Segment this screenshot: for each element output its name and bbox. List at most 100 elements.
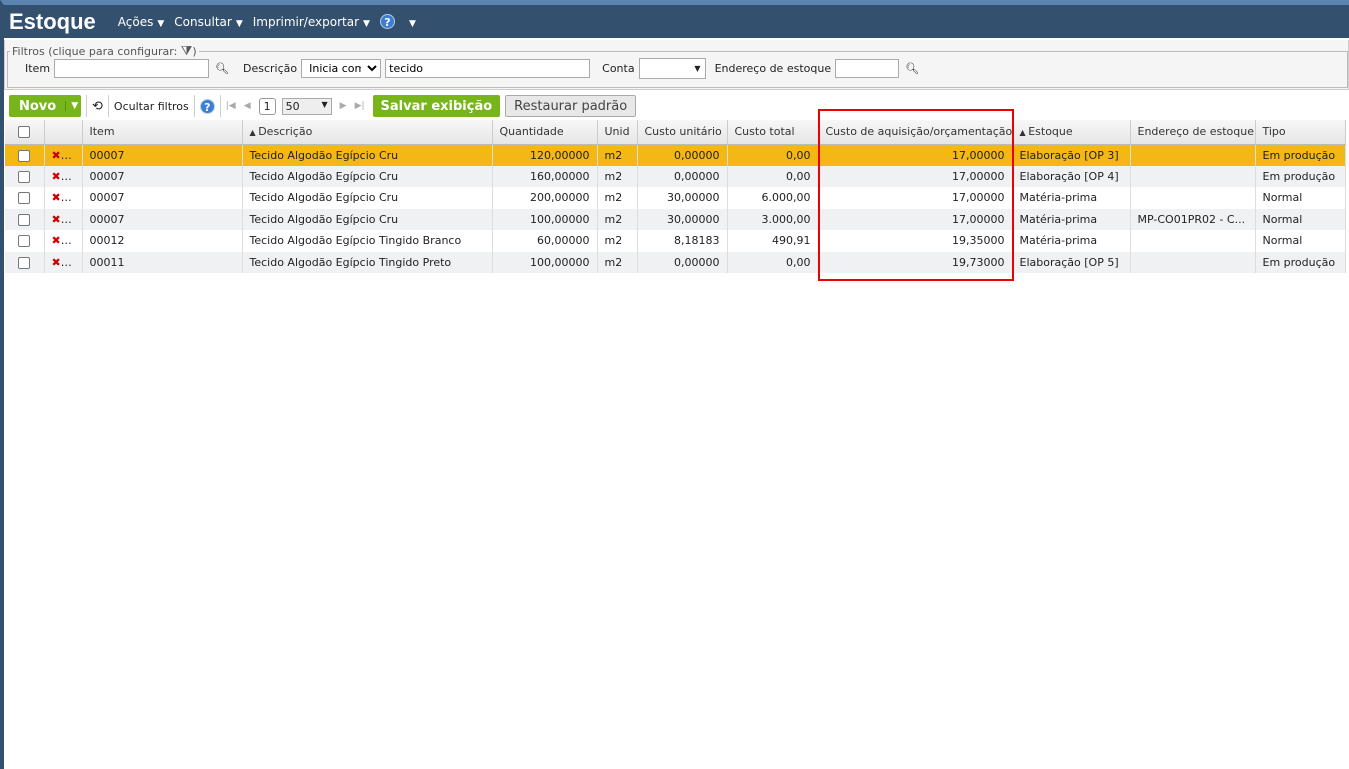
row-checkbox[interactable] (5, 208, 45, 230)
delete-icon[interactable]: ✖ (52, 149, 72, 162)
endereco-input[interactable] (835, 59, 900, 78)
next-page-icon[interactable]: ▶ (340, 101, 347, 111)
conta-dropdown[interactable]: ▼ (638, 58, 706, 79)
item-input[interactable] (54, 59, 210, 78)
novo-button[interactable]: Novo ▼ (9, 95, 81, 117)
descricao-mode-select[interactable]: Inicia com (301, 59, 382, 78)
row-checkbox[interactable] (5, 144, 45, 166)
col-descricao[interactable]: ▲ Descrição (242, 120, 493, 145)
refresh-icon[interactable]: ⟲ (92, 99, 103, 114)
item-search-icon[interactable]: 🔍︎ (215, 62, 229, 75)
table-row[interactable]: ✖ ✏ 00007 Tecido Algodão Egípcio Cru 160,000… (5, 165, 1346, 187)
col-tipo[interactable]: Tipo (1255, 120, 1346, 145)
row-checkbox[interactable] (5, 230, 45, 252)
endereco-search-icon[interactable]: 🔍︎ (905, 62, 919, 75)
col-unid[interactable]: Unid (597, 120, 638, 145)
menu-label: Ações (117, 14, 154, 29)
help-icon[interactable]: ? (199, 98, 215, 114)
delete-icon[interactable]: ✖ (52, 256, 72, 269)
table-row[interactable]: ✖ ✏ 00007 Tecido Algodão Egípcio Cru 200,000… (5, 187, 1346, 209)
filters-legend-close: ) (192, 45, 197, 58)
first-page-icon[interactable]: |◀ (226, 101, 236, 111)
novo-dropdown-icon[interactable]: ▼ (65, 101, 78, 111)
cell-endereco (1130, 144, 1256, 166)
cell-item: 00007 (82, 187, 243, 209)
caret-down-icon: ▼ (363, 18, 370, 29)
col-estoque-label: Estoque (1028, 125, 1073, 139)
cell-quantidade: 60,00000 (492, 230, 598, 252)
cell-custo-total: 0,00 (727, 165, 819, 187)
salvar-exibicao-button[interactable]: Salvar exibição (372, 95, 501, 117)
delete-icon[interactable]: ✖ (52, 170, 72, 183)
cell-custo-aquisicao: 19,73000 (818, 251, 1013, 273)
cell-custo-aquisicao: 17,00000 (818, 144, 1013, 166)
cell-estoque: Matéria-prima (1012, 208, 1131, 230)
ocultar-filtros-button[interactable]: Ocultar filtros (114, 100, 189, 113)
menu-imprimir-exportar[interactable]: Imprimir/exportar ▼ (253, 15, 370, 29)
help-menu-caret-icon[interactable]: ▼ (405, 15, 416, 29)
row-actions: ✖ ✏ (44, 251, 83, 273)
row-actions: ✖ ✏ (44, 144, 83, 166)
cell-endereco (1130, 187, 1256, 209)
top-bar: Estoque Ações ▼ Consultar ▼ Imprimir/expor… (4, 5, 1349, 38)
divider (219, 95, 221, 117)
filter-funnel-icon[interactable]: ⧩ (181, 44, 193, 59)
row-actions: ✖ ✏ (44, 208, 83, 230)
cell-custo-unitario: 8,18183 (637, 230, 728, 252)
cell-estoque: Elaboração [OP 4] (1012, 165, 1131, 187)
descricao-input[interactable] (385, 59, 591, 78)
row-checkbox[interactable] (5, 165, 45, 187)
cell-tipo: Em produção (1255, 251, 1346, 273)
delete-icon[interactable]: ✖ (52, 213, 72, 226)
novo-label: Novo (19, 98, 57, 114)
restaurar-padrao-button[interactable]: Restaurar padrão (505, 95, 637, 117)
cell-quantidade: 160,00000 (492, 165, 598, 187)
cell-custo-total: 3.000,00 (727, 208, 819, 230)
col-custo-total[interactable]: Custo total (727, 120, 819, 145)
cell-endereco (1130, 165, 1256, 187)
cell-quantidade: 200,00000 (492, 187, 598, 209)
filters-legend[interactable]: Filtros (clique para configurar: ⧩) (10, 44, 199, 59)
page-size-select[interactable]: 50 ▼ (281, 97, 332, 115)
cell-item: 00007 (82, 165, 243, 187)
cell-unid: m2 (597, 187, 638, 209)
row-checkbox[interactable] (5, 187, 45, 209)
cell-custo-aquisicao: 17,00000 (818, 208, 1013, 230)
cell-item: 00007 (82, 144, 243, 166)
col-quantidade[interactable]: Quantidade (492, 120, 598, 145)
select-all-checkbox[interactable] (5, 120, 45, 145)
prev-page-icon[interactable]: ◀ (244, 101, 251, 111)
help-icon[interactable]: ? (379, 14, 395, 29)
last-page-icon[interactable]: ▶| (355, 101, 365, 111)
col-estoque[interactable]: ▲ Estoque (1012, 120, 1131, 145)
cell-custo-total: 490,91 (727, 230, 819, 252)
table-row[interactable]: ✖ ✏ 00007 Tecido Algodão Egípcio Cru 120,000… (5, 144, 1346, 166)
delete-icon[interactable]: ✖ (52, 234, 72, 247)
row-actions: ✖ ✏ (44, 187, 83, 209)
cell-item: 00012 (82, 230, 243, 252)
page-input[interactable]: 1 (258, 97, 276, 115)
cell-endereco (1130, 251, 1256, 273)
menu-consultar[interactable]: Consultar ▼ (174, 15, 242, 29)
cell-estoque: Elaboração [OP 3] (1012, 144, 1131, 166)
table-row[interactable]: ✖ ✏ 00011 Tecido Algodão Egípcio Tingido Pr… (5, 251, 1346, 273)
cell-descricao: Tecido Algodão Egípcio Cru (242, 208, 493, 230)
col-item[interactable]: Item (82, 120, 243, 145)
cell-custo-unitario: 0,00000 (637, 165, 728, 187)
row-checkbox[interactable] (5, 251, 45, 273)
cell-custo-aquisicao: 19,35000 (818, 230, 1013, 252)
endereco-label: Endereço de estoque (714, 62, 832, 75)
cell-unid: m2 (597, 208, 638, 230)
divider (107, 95, 109, 117)
delete-icon[interactable]: ✖ (52, 191, 72, 204)
col-custo-aquisicao[interactable]: Custo de aquisição/orçamentação (818, 120, 1013, 145)
col-custo-unitario[interactable]: Custo unitário (637, 120, 728, 145)
conta-label: Conta (602, 62, 635, 75)
menu-acoes[interactable]: Ações ▼ (118, 15, 165, 29)
filters-row: Item 🔍︎ Descrição Inicia com Conta ▼ End… (25, 58, 919, 79)
cell-endereco (1130, 230, 1256, 252)
cell-descricao: Tecido Algodão Egípcio Cru (242, 165, 493, 187)
col-endereco[interactable]: Endereço de estoque (1130, 120, 1256, 145)
table-row[interactable]: ✖ ✏ 00012 Tecido Algodão Egípcio Tingido Br… (5, 230, 1346, 252)
table-row[interactable]: ✖ ✏ 00007 Tecido Algodão Egípcio Cru 100,000… (5, 208, 1346, 230)
